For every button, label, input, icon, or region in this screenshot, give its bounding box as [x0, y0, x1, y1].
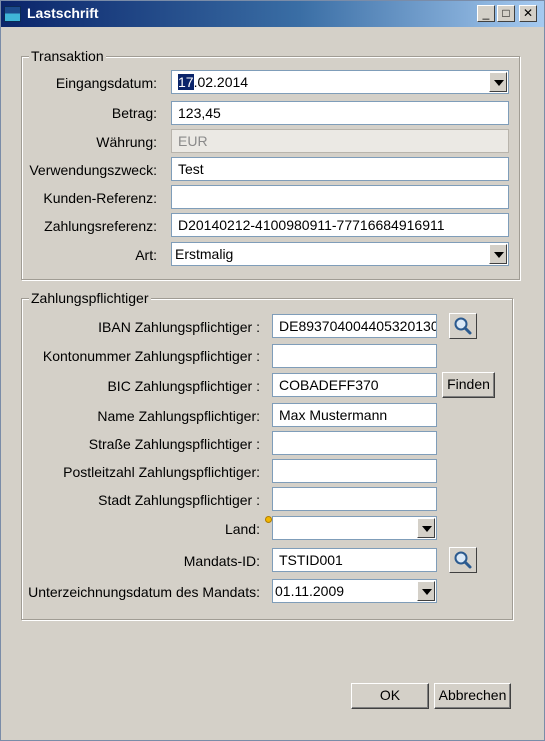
unterzeichnungsdatum-combo[interactable]: 01.11.2009: [272, 579, 437, 603]
zahlungspflichtiger-group-title: Zahlungspflichtiger: [29, 290, 151, 306]
iban-label: IBAN Zahlungspflichtiger :: [98, 319, 260, 335]
art-label: Art:: [135, 247, 157, 263]
waehrung-label: Währung:: [96, 134, 157, 150]
land-label: Land:: [224, 521, 260, 537]
zahlungsreferenz-field[interactable]: D20140212-4100980911-77716684916911: [171, 213, 509, 237]
abbrechen-button[interactable]: Abbrechen: [434, 683, 511, 709]
kontonummer-label: Kontonummer Zahlungspflichtiger :: [42, 348, 260, 364]
chevron-down-icon[interactable]: [489, 72, 507, 92]
betrag-label: Betrag:: [111, 105, 157, 121]
chevron-down-icon[interactable]: [417, 581, 435, 601]
iban-search-button[interactable]: [449, 313, 477, 339]
magnifier-icon: [454, 551, 472, 569]
window-title: Lastschrift: [27, 5, 99, 21]
unterzeichnungsdatum-label: Unterzeichnungsdatum des Mandats:: [28, 584, 260, 600]
eingangsdatum-selected-text: 17: [178, 74, 194, 90]
bic-label: BIC Zahlungspflichtiger :: [107, 378, 260, 394]
plz-field[interactable]: [272, 459, 437, 483]
eingangsdatum-value-rest: .02.2014: [193, 74, 249, 90]
mandats-id-label: Mandats-ID:: [183, 553, 260, 569]
close-button[interactable]: ✕: [519, 5, 537, 22]
land-combo[interactable]: [272, 516, 437, 540]
art-combo[interactable]: Erstmalig: [171, 242, 509, 266]
eingangsdatum-combo[interactable]: 17.02.2014: [171, 70, 509, 94]
eingangsdatum-label: Eingangsdatum:: [55, 75, 157, 91]
dialog-window: Lastschrift _ □ ✕ Transaktion Eingangsda…: [0, 0, 545, 741]
waehrung-field: EUR: [171, 129, 509, 153]
ok-button[interactable]: OK: [351, 683, 429, 709]
zahlungsreferenz-label: Zahlungsreferenz:: [44, 218, 157, 234]
maximize-button[interactable]: □: [497, 5, 515, 22]
name-label: Name Zahlungspflichtiger:: [97, 408, 260, 424]
kontonummer-field[interactable]: [272, 344, 437, 368]
warning-dot-icon: [265, 516, 272, 523]
plz-label: Postleitzahl Zahlungspflichtiger:: [63, 464, 260, 480]
betrag-field[interactable]: 123,45: [171, 101, 509, 125]
strasse-label: Straße Zahlungspflichtiger :: [88, 436, 260, 452]
mandats-search-button[interactable]: [449, 547, 477, 573]
minimize-button[interactable]: _: [477, 5, 495, 22]
art-value: Erstmalig: [175, 246, 234, 262]
magnifier-icon: [454, 317, 472, 335]
name-field[interactable]: Max Mustermann: [272, 403, 437, 427]
iban-field[interactable]: DE89370400440532013000: [272, 314, 437, 338]
mandats-id-field[interactable]: TSTID001: [272, 548, 437, 572]
kunden-referenz-label: Kunden-Referenz:: [43, 190, 157, 206]
strasse-field[interactable]: [272, 431, 437, 455]
transaktion-group-title: Transaktion: [29, 48, 106, 64]
stadt-label: Stadt Zahlungspflichtiger :: [98, 492, 260, 508]
app-icon: [4, 6, 21, 22]
finden-button[interactable]: Finden: [442, 372, 495, 398]
verwendungszweck-field[interactable]: Test: [171, 157, 509, 181]
bic-field[interactable]: COBADEFF370: [272, 373, 437, 397]
zahlungspflichtiger-group: Zahlungspflichtiger: [21, 290, 513, 620]
unterzeichnungsdatum-value: 01.11.2009: [275, 583, 345, 599]
chevron-down-icon[interactable]: [489, 244, 507, 264]
kunden-referenz-field[interactable]: [171, 185, 509, 209]
chevron-down-icon[interactable]: [417, 518, 435, 538]
stadt-field[interactable]: [272, 487, 437, 511]
verwendungszweck-label: Verwendungszweck:: [29, 162, 157, 178]
title-bar[interactable]: Lastschrift _ □ ✕: [1, 1, 544, 27]
